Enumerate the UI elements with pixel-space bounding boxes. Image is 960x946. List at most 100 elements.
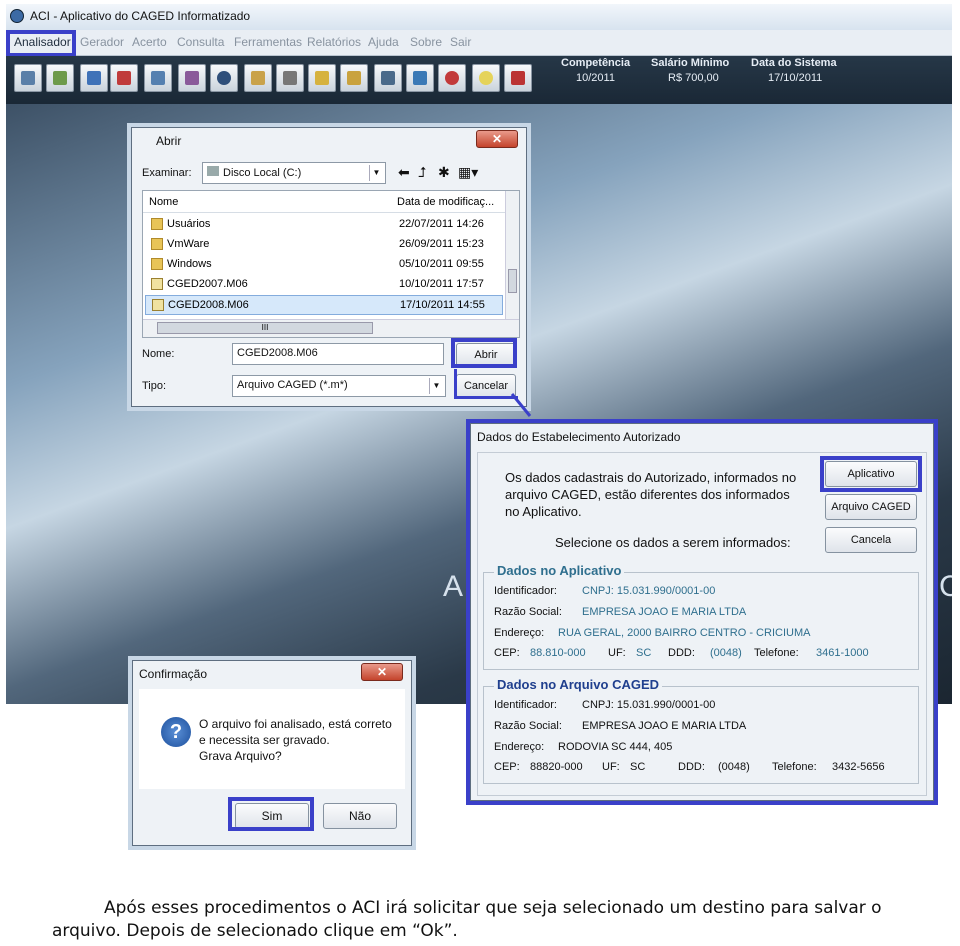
folder-icon <box>151 258 163 270</box>
ddd-value: (0048) <box>710 647 742 659</box>
vertical-scrollbar[interactable] <box>505 191 519 319</box>
uf-value: SC <box>636 647 652 659</box>
folder-icon <box>151 218 163 230</box>
caged-data-group: Dados no Arquivo CAGED Identificador: CN… <box>483 677 919 784</box>
new-folder-icon[interactable]: ✱ <box>438 164 450 181</box>
id-label: Identificador: <box>494 585 557 597</box>
up-folder-icon[interactable]: ⮥ <box>418 164 426 181</box>
exit-icon[interactable] <box>504 64 532 92</box>
network-icon[interactable] <box>406 64 434 92</box>
scroll-thumb[interactable] <box>508 269 517 293</box>
telefone-label: Telefone: <box>754 647 799 659</box>
razao-label: Razão Social: <box>494 720 562 732</box>
lock-file-icon <box>151 278 163 290</box>
save-icon[interactable] <box>110 64 138 92</box>
razao-value: EMPRESA JOAO E MARIA LTDA <box>582 606 747 618</box>
cancela-button[interactable]: Cancela <box>825 527 917 553</box>
close-icon[interactable]: ✕ <box>361 663 403 681</box>
competencia-value: 10/2011 <box>576 72 615 84</box>
background-logo-right: C <box>939 570 952 603</box>
id-value: CNPJ: 15.031.990/0001-00 <box>582 699 716 711</box>
printer-icon[interactable] <box>374 64 402 92</box>
cep-label: CEP: <box>494 647 520 659</box>
file-row-selected[interactable]: CGED2008.M06 17/10/2011 14:55 <box>145 295 503 315</box>
pencil-icon[interactable] <box>244 64 272 92</box>
h-scroll-thumb[interactable]: III <box>157 322 373 334</box>
delete-icon[interactable] <box>438 64 466 92</box>
lock-save-icon[interactable] <box>340 64 368 92</box>
highlight-open-button <box>451 338 517 368</box>
look-in-dropdown[interactable]: Disco Local (C:) ▼ <box>202 162 386 184</box>
view-menu-icon[interactable]: ▦▾ <box>458 164 478 181</box>
uf-value: SC <box>630 761 646 773</box>
file-row[interactable]: Usuários 22/07/2011 14:26 <box>145 215 503 235</box>
chevron-down-icon: ▼ <box>369 165 383 181</box>
endereco-label: Endereço: <box>494 741 545 753</box>
title-bar: ACI - Aplicativo do CAGED Informatizado <box>6 4 952 30</box>
menu-ajuda[interactable]: Ajuda <box>368 35 399 49</box>
highlight-aplicativo-button <box>820 456 922 492</box>
folder-icon <box>151 238 163 250</box>
telefone-label: Telefone: <box>772 761 817 773</box>
data-sistema-value: 17/10/2011 <box>768 72 823 84</box>
salario-label: Salário Mínimo <box>651 57 730 69</box>
copy-icon[interactable] <box>276 64 304 92</box>
ddd-label: DDD: <box>668 647 695 659</box>
lock-icon[interactable] <box>308 64 336 92</box>
highlight-yes-button <box>228 797 314 831</box>
estab-dialog-title: Dados do Estabelecimento Autorizado <box>477 430 681 444</box>
look-in-label: Examinar: <box>142 167 192 179</box>
ddd-label: DDD: <box>678 761 705 773</box>
column-date[interactable]: Data de modificaç... <box>397 196 494 208</box>
menu-sobre[interactable]: Sobre <box>410 35 442 49</box>
chevron-down-icon: ▼ <box>429 378 443 394</box>
file-list-header: Nome Data de modificaç... <box>143 191 505 213</box>
cep-value: 88820-000 <box>530 761 583 773</box>
id-value: CNPJ: 15.031.990/0001-00 <box>582 585 716 597</box>
chart-icon[interactable] <box>14 64 42 92</box>
file-row[interactable]: VmWare 26/09/2011 15:23 <box>145 235 503 255</box>
menu-consulta[interactable]: Consulta <box>177 35 224 49</box>
file-row[interactable]: Windows 05/10/2011 09:55 <box>145 255 503 275</box>
highlight-analisador <box>6 30 76 57</box>
caged-group-title: Dados no Arquivo CAGED <box>494 677 663 692</box>
razao-label: Razão Social: <box>494 606 562 618</box>
menu-ferramentas[interactable]: Ferramentas <box>234 35 302 49</box>
lightbulb-icon[interactable] <box>472 64 500 92</box>
competencia-label: Competência <box>561 57 631 69</box>
look-in-value: Disco Local (C:) <box>223 167 302 179</box>
menu-sair[interactable]: Sair <box>450 35 471 49</box>
tools-icon[interactable] <box>80 64 108 92</box>
estab-message-1: Os dados cadastrais do Autorizado, infor… <box>505 470 797 485</box>
horizontal-scrollbar[interactable]: III <box>143 319 519 337</box>
confirm-line-3: Grava Arquivo? <box>199 749 282 763</box>
no-button[interactable]: Não <box>323 803 397 829</box>
question-icon: ? <box>161 717 191 747</box>
uf-label: UF: <box>608 647 626 659</box>
column-name[interactable]: Nome <box>149 196 178 208</box>
menu-acerto[interactable]: Acerto <box>132 35 167 49</box>
ddd-value: (0048) <box>718 761 750 773</box>
edit-icon[interactable] <box>46 64 74 92</box>
file-type-dropdown[interactable]: Arquivo CAGED (*.m*) ▼ <box>232 375 446 397</box>
back-icon[interactable]: ⬅ <box>398 164 410 181</box>
drive-icon <box>207 166 219 176</box>
menu-gerador[interactable]: Gerador <box>80 35 124 49</box>
menu-relatorios[interactable]: Relatórios <box>307 35 361 49</box>
print-preview-icon[interactable] <box>144 64 172 92</box>
endereco-value: RODOVIA SC 444, 405 <box>558 741 673 753</box>
cep-value: 88.810-000 <box>530 647 586 659</box>
close-icon[interactable]: ✕ <box>476 130 518 148</box>
background-logo: A <box>443 570 474 603</box>
search-icon[interactable] <box>210 64 238 92</box>
arquivo-caged-button[interactable]: Arquivo CAGED <box>825 494 917 520</box>
file-row[interactable]: CGED2007.M06 10/10/2011 17:57 <box>145 275 503 295</box>
app-data-group: Dados no Aplicativo Identificador: CNPJ:… <box>483 563 919 670</box>
menu-bar: Analisador Gerador Acerto Consulta Ferra… <box>6 30 952 57</box>
telefone-value: 3461-1000 <box>816 647 869 659</box>
window-title: ACI - Aplicativo do CAGED Informatizado <box>30 9 251 23</box>
caption-line-2: arquivo. Depois de selecionado clique em… <box>52 921 458 941</box>
settings-icon[interactable] <box>178 64 206 92</box>
telefone-value: 3432-5656 <box>832 761 885 773</box>
file-name-input[interactable]: CGED2008.M06 <box>232 343 444 365</box>
